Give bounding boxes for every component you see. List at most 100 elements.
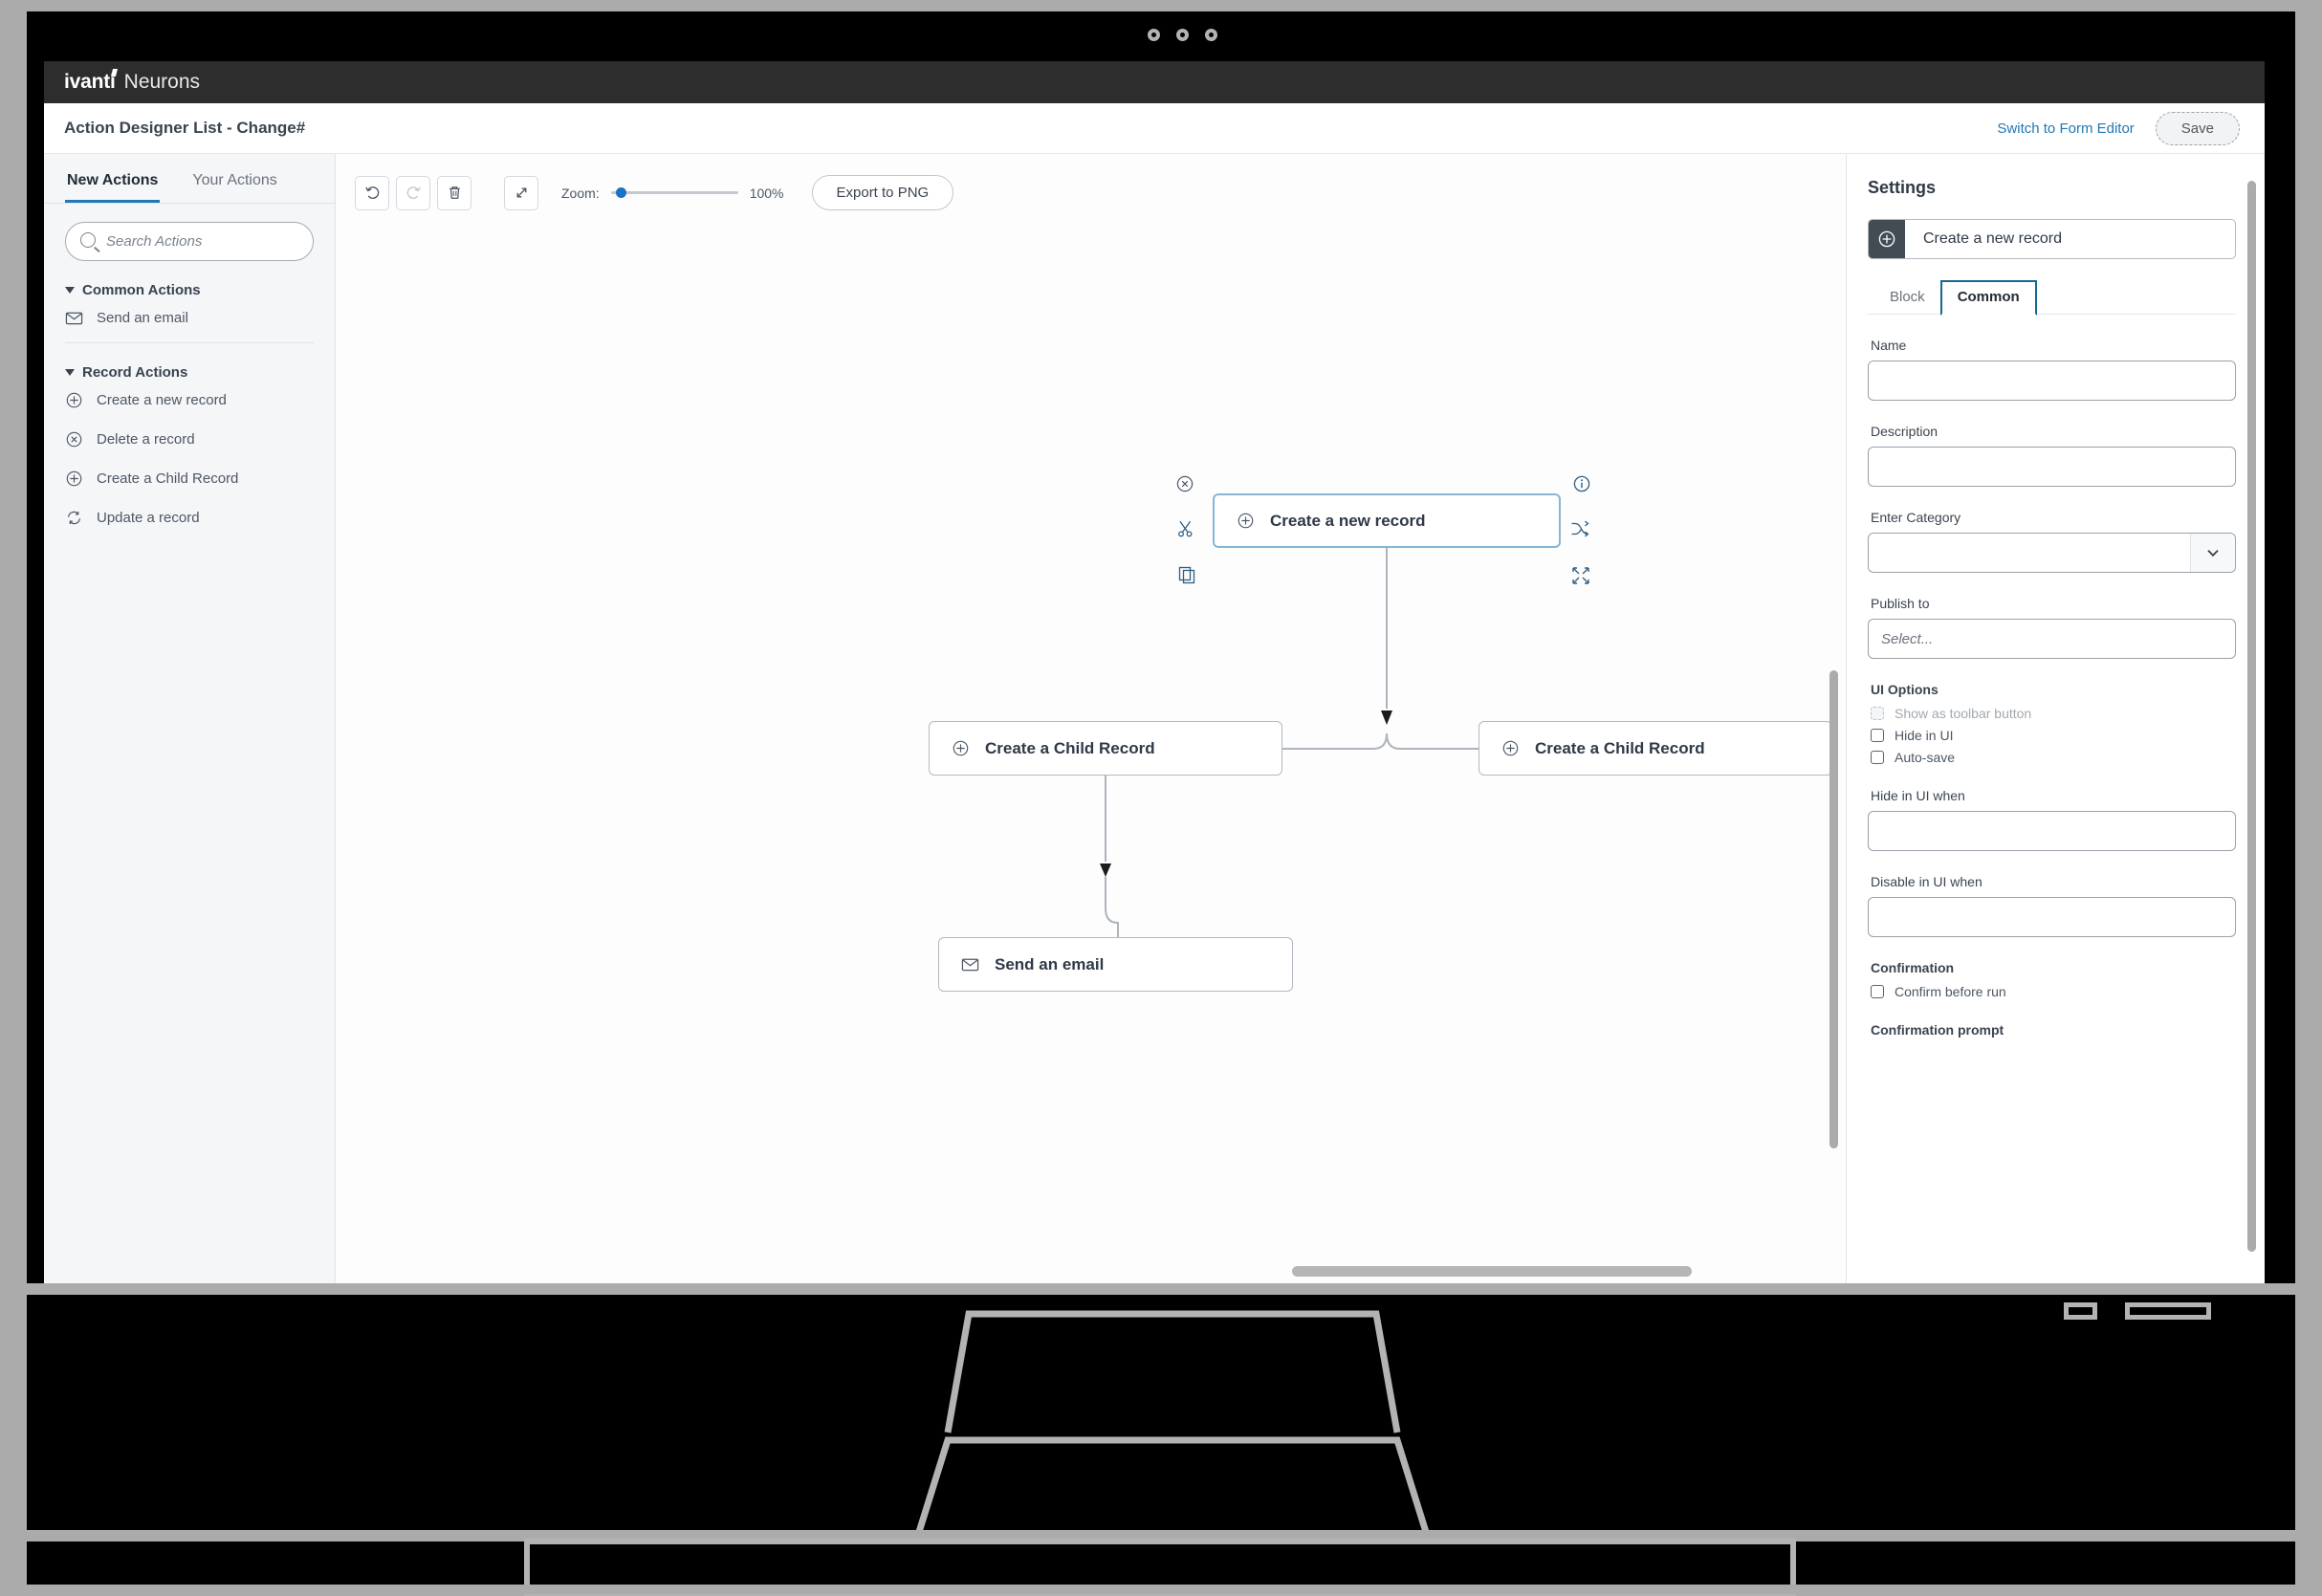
canvas-horizontal-scrollbar[interactable] (336, 1266, 1846, 1278)
main-body: New Actions Your Actions Common Actions (44, 154, 2265, 1283)
ivanti-logo: ivanti (64, 71, 116, 93)
monitor-illustration: ivanti Neurons Action Designer List - Ch… (27, 11, 2295, 1596)
canvas-horizontal-scrollbar-thumb[interactable] (1292, 1266, 1692, 1277)
plus-circle-icon (1238, 513, 1254, 529)
copy-handle[interactable] (1177, 565, 1196, 589)
disable-in-ui-when-field[interactable] (1868, 897, 2236, 937)
checkbox-label: Confirm before run (1895, 984, 2006, 999)
x-circle-icon (1176, 475, 1194, 492)
envelope-icon (65, 312, 83, 325)
hide-in-ui-when-field[interactable] (1868, 811, 2236, 851)
chevron-down-icon (65, 287, 75, 294)
enter-category-field[interactable] (1868, 533, 2236, 573)
checkbox-hide-in-ui[interactable]: Hide in UI (1871, 728, 2236, 743)
canvas-vertical-scrollbar[interactable] (1829, 670, 1838, 1148)
group-record-actions[interactable]: Record Actions (65, 364, 335, 381)
checkbox-auto-save[interactable]: Auto-save (1871, 750, 2236, 765)
flow-node-create-a-child-record-right[interactable]: Create a Child Record (1479, 721, 1832, 776)
settings-title: Settings (1868, 178, 1937, 197)
monitor-bottom-bar (27, 1283, 2295, 1295)
expand-icon (1572, 567, 1589, 584)
flow-node-create-a-child-record-left[interactable]: Create a Child Record (929, 721, 1282, 776)
checkbox-box (1871, 707, 1884, 720)
window-dot-3 (1205, 29, 1217, 41)
copy-icon (1178, 566, 1195, 584)
confirmation-label: Confirmation (1871, 960, 1955, 975)
name-label: Name (1871, 338, 1907, 353)
name-field[interactable] (1868, 361, 2236, 401)
description-label: Description (1871, 424, 1939, 439)
window-titlebar (27, 11, 2295, 61)
settings-tabs: Block Common (1868, 280, 2236, 316)
group-title: Record Actions (82, 364, 188, 381)
description-field[interactable] (1868, 447, 2236, 487)
checkbox-box (1871, 985, 1884, 998)
confirmation-prompt-label: Confirmation prompt (1871, 1022, 2004, 1038)
monitor-port-small (2064, 1302, 2097, 1320)
flow-node-send-an-email[interactable]: Send an email (938, 937, 1293, 992)
action-item-create-a-new-record[interactable]: Create a new record (44, 381, 335, 420)
application-window: ivanti Neurons Action Designer List - Ch… (44, 61, 2265, 1283)
save-button[interactable]: Save (2155, 111, 2240, 145)
plus-circle-icon (953, 740, 969, 756)
monitor-port-wide (2125, 1302, 2212, 1320)
ui-options-label: UI Options (1871, 682, 1939, 697)
flow-node-label: Send an email (995, 954, 1105, 973)
checkbox-label: Show as toolbar button (1895, 706, 2032, 721)
product-name: Neurons (123, 71, 201, 93)
group-divider (65, 342, 314, 343)
tab-block[interactable]: Block (1874, 282, 1940, 314)
action-item-send-an-email[interactable]: Send an email (44, 298, 335, 338)
window-dot-1 (1148, 29, 1160, 41)
flow-canvas[interactable]: Zoom: 100% Export to PNG Create a new re… (336, 154, 1847, 1283)
switch-to-form-editor-link[interactable]: Switch to Form Editor (1997, 120, 2134, 137)
tab-new-actions[interactable]: New Actions (65, 166, 161, 203)
expand-handle[interactable] (1570, 565, 1591, 591)
info-handle[interactable] (1572, 474, 1591, 498)
action-item-create-a-child-record[interactable]: Create a Child Record (44, 459, 335, 498)
checkbox-label: Hide in UI (1895, 728, 1954, 743)
monitor-stand-neck (915, 1310, 1430, 1532)
delete-node-handle[interactable] (1175, 474, 1194, 498)
chevron-down-icon[interactable] (2190, 534, 2235, 572)
tab-common[interactable]: Common (1939, 280, 2037, 316)
selected-node-name: Create a new record (1923, 230, 2062, 247)
plus-circle-icon (1869, 220, 1905, 258)
plus-circle-icon (1502, 740, 1519, 756)
action-item-delete-a-record[interactable]: Delete a record (44, 420, 335, 459)
checkbox-box (1871, 729, 1884, 742)
chevron-down-icon (65, 369, 75, 376)
enter-category-wrapper (1868, 533, 2236, 573)
publish-to-field[interactable] (1868, 619, 2236, 659)
monitor-foot-bar (27, 1585, 2295, 1594)
checkbox-show-as-toolbar-button[interactable]: Show as toolbar button (1871, 706, 2236, 721)
sidebar-tabs: New Actions Your Actions (44, 166, 335, 204)
scissors-icon (1178, 520, 1193, 537)
disconnect-handle[interactable] (1569, 518, 1590, 544)
tab-your-actions[interactable]: Your Actions (190, 166, 278, 203)
search-input[interactable] (65, 222, 314, 261)
action-label: Send an email (97, 310, 188, 326)
flow-node-create-a-new-record[interactable]: Create a new record (1213, 493, 1561, 548)
settings-panel: Settings Create a new record Block Commo… (1847, 154, 2265, 1283)
checkbox-label: Auto-save (1895, 750, 1956, 765)
publish-to-label: Publish to (1871, 596, 1930, 611)
brand-bar: ivanti Neurons (44, 61, 2265, 103)
info-circle-icon (1573, 475, 1590, 492)
refresh-icon (67, 511, 81, 525)
search-icon (80, 232, 96, 248)
settings-vertical-scrollbar[interactable] (2247, 181, 2256, 1252)
group-common-actions[interactable]: Common Actions (65, 282, 335, 298)
header-actions: Switch to Form Editor Save (1997, 111, 2240, 145)
flow-node-label: Create a Child Record (985, 738, 1155, 757)
action-label: Create a new record (97, 392, 227, 408)
page-title: Action Designer List - Change# (64, 119, 306, 137)
cut-handle[interactable] (1175, 518, 1196, 544)
plus-circle-icon (66, 392, 82, 408)
window-dot-2 (1176, 29, 1189, 41)
envelope-icon (961, 958, 979, 972)
flow-connectors (1100, 548, 1479, 937)
checkbox-confirm-before-run[interactable]: Confirm before run (1871, 984, 2236, 999)
shuffle-icon (1571, 520, 1589, 537)
action-item-update-a-record[interactable]: Update a record (44, 498, 335, 537)
